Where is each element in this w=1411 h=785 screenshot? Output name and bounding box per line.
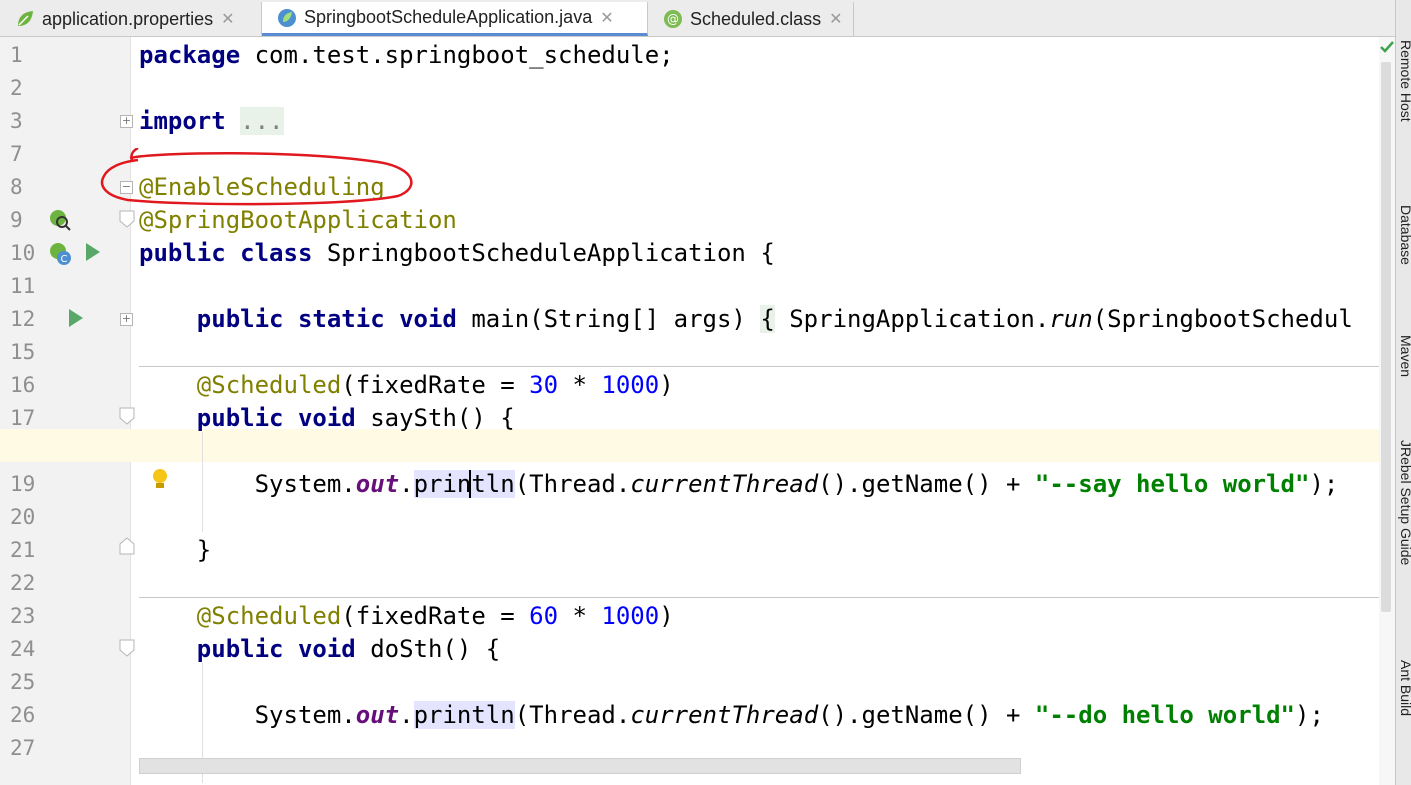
checkmark-icon bbox=[1380, 41, 1394, 53]
code-line-12: public static void main(String[] args) {… bbox=[196, 305, 1353, 333]
spring-bean-navigate-icon[interactable]: C bbox=[48, 241, 74, 267]
line-number: 15 bbox=[10, 340, 36, 364]
tab-label: Scheduled.class bbox=[690, 8, 822, 29]
line-number: 8 bbox=[10, 175, 23, 199]
right-tool-window-bar: Remote Host Database Maven JRebel Setup … bbox=[1395, 0, 1411, 785]
tab-label: application.properties bbox=[42, 8, 214, 29]
line-number: 3 bbox=[10, 109, 23, 133]
collapse-fold-icon[interactable] bbox=[119, 210, 135, 228]
fold-end-icon[interactable] bbox=[119, 537, 135, 555]
tab-scheduled-class[interactable]: @ Scheduled.class ✕ bbox=[648, 2, 854, 36]
code-line-24: public void doSth() { bbox=[196, 635, 501, 663]
tool-window-jrebel-setup-guide[interactable]: JRebel Setup Guide bbox=[1398, 440, 1411, 565]
code-line-16: @Scheduled(fixedRate = 30 * 1000) bbox=[196, 371, 674, 399]
code-line-26: System.out.println(Thread.currentThread(… bbox=[254, 701, 1324, 729]
scrollbar-thumb[interactable] bbox=[1381, 62, 1391, 612]
tool-window-remote-host[interactable]: Remote Host bbox=[1398, 40, 1411, 122]
line-number: 26 bbox=[10, 703, 36, 727]
spring-bean-search-icon[interactable] bbox=[48, 208, 72, 232]
run-icon[interactable] bbox=[67, 308, 85, 328]
line-number: 10 bbox=[10, 241, 36, 265]
line-number: 11 bbox=[10, 274, 36, 298]
collapse-fold-icon[interactable] bbox=[119, 639, 135, 657]
tab-springboot-schedule-application[interactable]: SpringbootScheduleApplication.java ✕ bbox=[262, 2, 648, 36]
line-number: 22 bbox=[10, 571, 36, 595]
red-highlight-circle bbox=[100, 148, 413, 206]
run-icon[interactable] bbox=[84, 242, 102, 262]
method-separator bbox=[139, 366, 1379, 367]
method-separator bbox=[139, 597, 1379, 598]
line-number: 2 bbox=[10, 76, 23, 100]
line-number: 25 bbox=[10, 670, 36, 694]
text-caret bbox=[469, 470, 471, 498]
code-line-17: public void saySth() { bbox=[196, 404, 515, 432]
line-number: 19 bbox=[10, 472, 36, 496]
code-line-9: @SpringBootApplication bbox=[139, 206, 457, 234]
horizontal-scrollbar[interactable] bbox=[139, 758, 1021, 774]
svg-text:@: @ bbox=[667, 12, 679, 26]
line-number: 7 bbox=[10, 142, 23, 166]
spring-class-icon bbox=[278, 8, 296, 27]
svg-text:C: C bbox=[61, 254, 68, 265]
vertical-scrollbar[interactable] bbox=[1379, 37, 1395, 785]
code-line-10: public class SpringbootScheduleApplicati… bbox=[139, 239, 775, 267]
code-line-21: } bbox=[196, 536, 212, 564]
close-icon[interactable]: ✕ bbox=[829, 9, 842, 29]
tab-application-properties[interactable]: application.properties ✕ bbox=[0, 2, 262, 36]
line-number: 23 bbox=[10, 604, 36, 628]
annotation-class-icon: @ bbox=[664, 10, 682, 28]
line-number: 27 bbox=[10, 736, 36, 760]
spring-leaf-icon bbox=[18, 11, 33, 26]
close-icon[interactable]: ✕ bbox=[600, 8, 613, 28]
line-number: 21 bbox=[10, 538, 36, 562]
line-number: 20 bbox=[10, 505, 36, 529]
line-number: 24 bbox=[10, 637, 36, 661]
line-number: 1 bbox=[10, 43, 23, 67]
tool-window-ant-build[interactable]: Ant Build bbox=[1398, 660, 1411, 716]
expand-fold-icon[interactable]: + bbox=[120, 313, 133, 326]
editor-tab-bar: application.properties ✕ SpringbootSched… bbox=[0, 0, 1395, 37]
code-line-3: import ... bbox=[139, 107, 284, 135]
line-number: 16 bbox=[10, 373, 36, 397]
code-line-19: System.out.println(Thread.currentThread(… bbox=[254, 470, 1339, 498]
close-icon[interactable]: ✕ bbox=[221, 9, 234, 29]
code-line-1: package com.test.springboot_schedule; bbox=[139, 41, 674, 69]
folded-imports: ... bbox=[240, 107, 284, 135]
tab-label: SpringbootScheduleApplication.java bbox=[304, 7, 593, 27]
tool-window-maven[interactable]: Maven bbox=[1398, 335, 1411, 377]
tool-window-database[interactable]: Database bbox=[1398, 205, 1411, 265]
line-number: 9 bbox=[10, 208, 23, 232]
indent-guide bbox=[202, 432, 203, 532]
line-number: 12 bbox=[10, 307, 36, 331]
expand-fold-icon[interactable]: + bbox=[120, 115, 133, 128]
code-line-23: @Scheduled(fixedRate = 60 * 1000) bbox=[196, 602, 674, 630]
collapse-fold-icon[interactable] bbox=[119, 407, 135, 425]
